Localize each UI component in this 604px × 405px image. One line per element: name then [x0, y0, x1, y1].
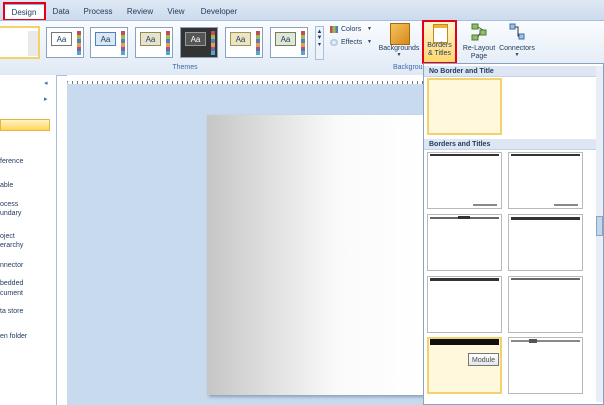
theme-tile-2[interactable]: Aa	[90, 27, 128, 58]
module-tooltip: Module	[468, 353, 499, 366]
border-option-8[interactable]	[508, 337, 583, 394]
gallery-scroll-thumb[interactable]	[596, 216, 603, 236]
theme-color-dots	[301, 31, 305, 55]
tab-data[interactable]: Data	[48, 4, 74, 20]
theme-sample-text: Aa	[51, 32, 72, 46]
border-option-none[interactable]	[427, 78, 502, 135]
shape-item-table[interactable]: able	[0, 181, 13, 190]
connectors-button[interactable]: Connectors ▼	[498, 21, 536, 63]
shape-item-process-boundary-2[interactable]: undary	[0, 209, 21, 218]
connectors-label: Connectors	[499, 45, 535, 52]
shapes-pane: ◂ ▸ ference able ocess undary oject erar…	[0, 75, 57, 405]
gallery-scrollbar[interactable]	[596, 66, 603, 402]
shapes-pane-selected-stencil[interactable]	[0, 119, 50, 131]
shape-item-reference[interactable]: ference	[0, 157, 23, 166]
theme-color-dots	[211, 31, 215, 55]
shape-item-data-store[interactable]: ta store	[0, 307, 23, 316]
border-option-3[interactable]	[427, 214, 502, 271]
theme-color-dots	[77, 31, 81, 55]
shape-item-embedded-document-1[interactable]: bedded	[0, 279, 23, 288]
section-no-border: No Border and Title	[424, 66, 603, 77]
section-borders-titles: Borders and Titles	[424, 139, 603, 150]
borders-titles-button[interactable]: Borders & Titles	[422, 20, 457, 64]
theme-color-dots	[166, 31, 170, 55]
theme-tile-5[interactable]: Aa	[225, 27, 263, 58]
palette-icon	[330, 26, 338, 33]
backgrounds-button[interactable]: Backgrounds ▼	[376, 21, 422, 63]
chevron-down-icon: ▼	[514, 52, 520, 58]
tab-view[interactable]: View	[165, 4, 187, 20]
shape-item-object-hierarchy-2[interactable]: erarchy	[0, 241, 23, 250]
theme-sample-text: Aa	[230, 32, 251, 46]
theme-tile-3[interactable]: Aa	[135, 27, 173, 58]
expand-gallery-icon: ▾	[317, 42, 321, 48]
ribbon-tab-strip: Design Data Process Review View Develope…	[0, 0, 604, 22]
tab-developer[interactable]: Developer	[198, 4, 240, 20]
theme-tile-4[interactable]: Aa	[180, 27, 218, 58]
chevron-right-icon[interactable]: ▸	[44, 95, 48, 103]
theme-sample-text: Aa	[140, 32, 161, 46]
theme-sample-text: Aa	[95, 32, 116, 46]
effects-icon	[330, 39, 338, 46]
connectors-icon	[509, 23, 525, 41]
chevron-down-icon: ▼	[396, 52, 402, 58]
shape-item-object-hierarchy-1[interactable]: oject	[0, 232, 15, 241]
shape-item-process-boundary-1[interactable]: ocess	[0, 200, 18, 209]
design-tab-highlight	[3, 2, 46, 21]
shape-item-open-folder[interactable]: en folder	[0, 332, 27, 341]
relayout-page-button[interactable]: Re-Layout Page	[460, 21, 498, 63]
backgrounds-icon	[390, 23, 410, 45]
theme-sample-text: Aa	[185, 32, 206, 46]
theme-sample-text: Aa	[275, 32, 296, 46]
theme-tile-1[interactable]: Aa	[46, 27, 84, 58]
theme-none-tile[interactable]	[0, 26, 40, 59]
border-option-1[interactable]	[427, 152, 502, 209]
relayout-icon	[471, 23, 487, 41]
border-option-2[interactable]	[508, 152, 583, 209]
relayout-label-line1: Re-Layout	[462, 45, 496, 52]
backgrounds-label: Backgrounds	[378, 45, 420, 52]
border-option-5[interactable]	[427, 276, 502, 333]
tab-review[interactable]: Review	[124, 4, 156, 20]
backgrounds-group-label: Backgrou	[393, 64, 423, 71]
drawing-page[interactable]	[207, 115, 423, 395]
themes-group-label: Themes	[172, 64, 198, 71]
tab-process[interactable]: Process	[82, 4, 114, 20]
border-option-4[interactable]	[508, 214, 583, 271]
themes-gallery-scroll[interactable]: ▲ ▼ ▾	[315, 26, 324, 60]
shape-item-embedded-document-2[interactable]: cument	[0, 289, 23, 298]
border-option-6[interactable]	[508, 276, 583, 333]
theme-color-dots	[256, 31, 260, 55]
theme-swatch	[28, 31, 38, 56]
relayout-label-line2: Page	[470, 53, 488, 60]
chevron-left-icon[interactable]: ◂	[44, 79, 48, 87]
effects-label: Effects	[341, 39, 363, 46]
theme-color-dots	[121, 31, 125, 55]
theme-tile-6[interactable]: Aa	[270, 27, 308, 58]
chevron-down-icon: ▼	[367, 39, 372, 45]
borders-label-line1: Borders	[427, 42, 452, 49]
borders-titles-gallery: No Border and Title Borders and Titles	[423, 63, 604, 405]
effects-button[interactable]: Effects ▼	[330, 37, 372, 48]
chevron-down-icon: ▼	[367, 26, 372, 32]
shape-item-connector[interactable]: nnector	[0, 261, 23, 270]
borders-titles-icon	[433, 24, 448, 43]
borders-label-line2: & Titles	[428, 50, 451, 57]
colors-label: Colors	[341, 26, 362, 33]
colors-button[interactable]: Colors ▼	[330, 24, 372, 35]
